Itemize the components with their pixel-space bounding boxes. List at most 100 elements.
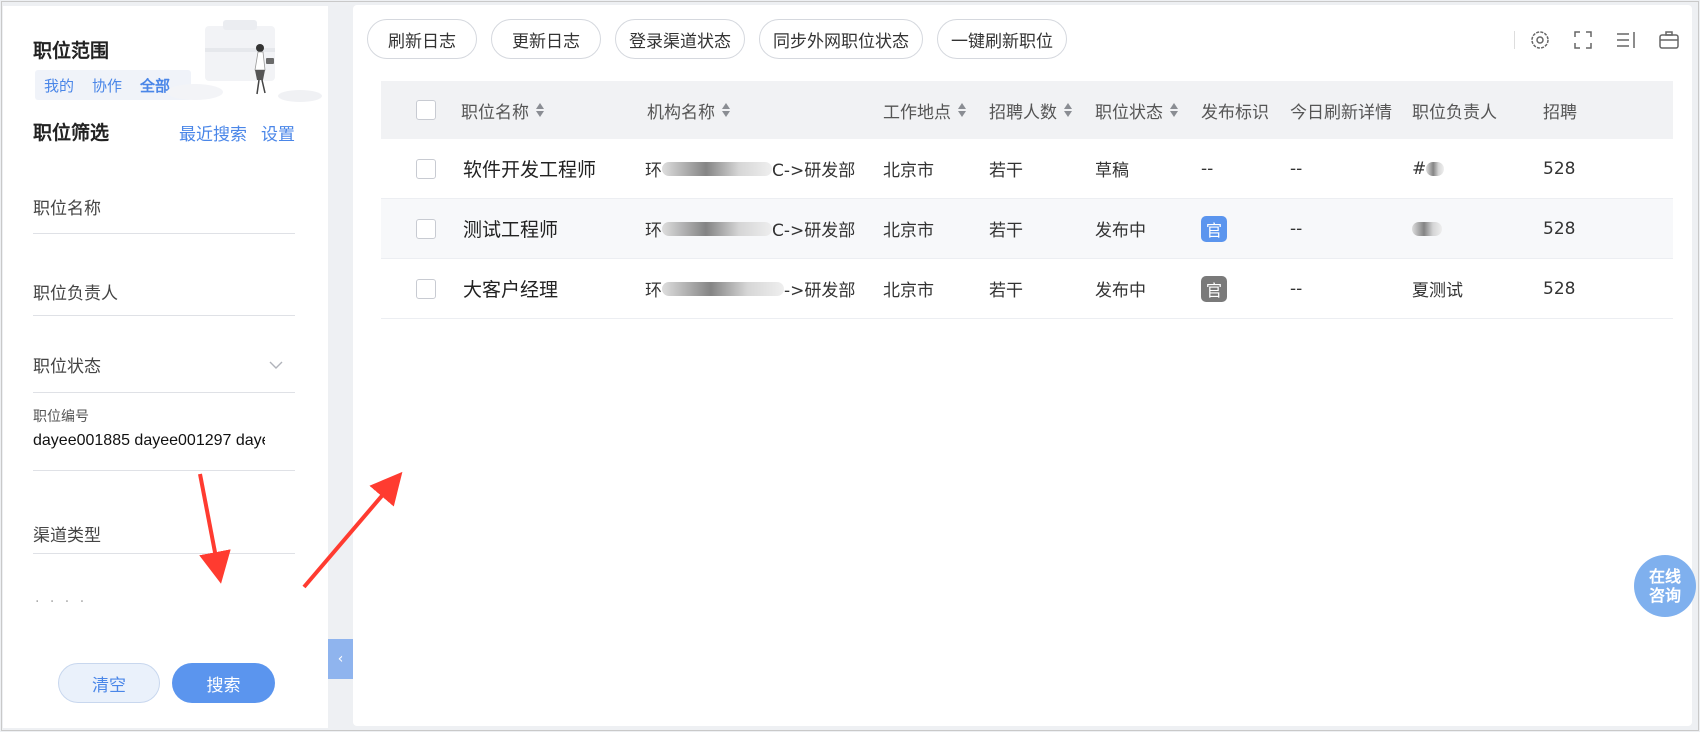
- refresh-detail-cell: --: [1290, 158, 1303, 179]
- org-name-suffix: ->研发部: [784, 281, 856, 301]
- owner-visible-text: #: [1412, 158, 1427, 179]
- login-channel-status-button[interactable]: 登录渠道状态: [615, 19, 745, 59]
- filter-title: 职位筛选: [33, 122, 110, 144]
- job-name-field[interactable]: 职位名称: [33, 194, 295, 234]
- org-name-suffix: C->研发部: [772, 161, 856, 181]
- org-name-prefix: 环: [645, 221, 662, 241]
- search-button[interactable]: 搜索: [172, 663, 275, 703]
- job-code-field[interactable]: 职位编号 dayee001885 dayee001297 dayee001298: [33, 406, 295, 471]
- headcount-cell: 若干: [989, 281, 1023, 301]
- row-checkbox[interactable]: [416, 158, 436, 179]
- table-row[interactable]: 大客户经理 环 ->研发部 北京市 若干 发布中 官 -- 夏测试 528: [381, 259, 1673, 319]
- header-org-name[interactable]: 机构名称: [647, 81, 731, 139]
- sort-icon[interactable]: [721, 102, 731, 118]
- job-table: 职位名称 机构名称 工作地点 招聘人数 职位状态 发布标识 今日刷新详情 职位负…: [381, 76, 1673, 320]
- toolbar: 刷新日志 更新日志 登录渠道状态 同步外网职位状态 一键刷新职位: [367, 19, 1081, 59]
- header-refresh-detail: 今日刷新详情: [1290, 102, 1392, 123]
- redacted-blur: [1412, 221, 1442, 236]
- header-job-status[interactable]: 职位状态: [1095, 81, 1179, 139]
- extra-cell: 528: [1543, 278, 1576, 299]
- recent-search-link[interactable]: 最近搜索: [179, 120, 247, 145]
- org-name-prefix: 环: [645, 161, 662, 181]
- row-select-cell: [416, 139, 436, 198]
- header-job-name[interactable]: 职位名称: [461, 81, 545, 139]
- sort-icon[interactable]: [1169, 102, 1179, 118]
- job-title-link[interactable]: 软件开发工程师: [463, 139, 596, 198]
- official-badge[interactable]: 官: [1201, 215, 1227, 242]
- row-checkbox[interactable]: [416, 218, 436, 239]
- chevron-down-icon: [269, 361, 283, 369]
- clear-button[interactable]: 清空: [58, 663, 160, 703]
- scope-tab-collab[interactable]: 协作: [83, 75, 131, 96]
- table-row[interactable]: 软件开发工程师 环 C->研发部 北京市 若干 草稿 -- -- # 528: [381, 139, 1673, 199]
- job-code-value: dayee001885 dayee001297 dayee001298: [33, 432, 265, 449]
- filter-panel: 职位范围 我的 协作 全部 职位筛选 最近搜索 设置 职位名称 职位负责人 职位…: [3, 6, 328, 728]
- channel-type-field[interactable]: 渠道类型: [33, 521, 295, 554]
- chevron-left-icon: ‹: [337, 651, 344, 667]
- job-code-label: 职位编号: [33, 409, 89, 425]
- org-name-cell: 环 C->研发部: [645, 139, 855, 198]
- publish-flag-cell: 官: [1201, 259, 1227, 318]
- location-cell: 北京市: [883, 161, 934, 181]
- settings-icon[interactable]: [1529, 29, 1551, 51]
- header-headcount[interactable]: 招聘人数: [989, 81, 1073, 139]
- one-click-refresh-button[interactable]: 一键刷新职位: [937, 19, 1067, 59]
- location-cell: 北京市: [883, 281, 934, 301]
- redacted-blur: [662, 221, 772, 236]
- header-org-name-label: 机构名称: [647, 102, 715, 123]
- online-consult-line1: 在线: [1648, 567, 1681, 586]
- job-owner-placeholder: 职位负责人: [33, 284, 118, 304]
- status-cell: 发布中: [1095, 281, 1146, 301]
- job-title-link[interactable]: 大客户经理: [463, 259, 558, 318]
- refresh-detail-cell: --: [1290, 278, 1303, 299]
- row-checkbox[interactable]: [416, 278, 436, 299]
- sort-icon[interactable]: [1063, 102, 1073, 118]
- header-headcount-label: 招聘人数: [989, 102, 1057, 123]
- divider: [1514, 31, 1515, 49]
- header-job-owner: 职位负责人: [1412, 102, 1497, 123]
- owner-cell: 夏测试: [1412, 281, 1463, 301]
- column-settings-icon[interactable]: [1615, 29, 1637, 51]
- official-badge[interactable]: 官: [1201, 275, 1227, 302]
- job-status-select[interactable]: 职位状态: [33, 352, 295, 393]
- sort-icon[interactable]: [957, 102, 967, 118]
- owner-cell: [1412, 199, 1442, 258]
- sync-external-status-button[interactable]: 同步外网职位状态: [759, 19, 923, 59]
- publish-flag-cell: 官: [1201, 199, 1227, 258]
- select-all-checkbox[interactable]: [416, 100, 436, 120]
- header-work-location-label: 工作地点: [883, 102, 951, 123]
- job-title-link[interactable]: 测试工程师: [463, 199, 558, 258]
- fullscreen-icon[interactable]: [1572, 29, 1594, 51]
- scope-title: 职位范围: [33, 40, 110, 62]
- table-header-row: 职位名称 机构名称 工作地点 招聘人数 职位状态 发布标识 今日刷新详情 职位负…: [381, 81, 1673, 139]
- top-icons: [1514, 29, 1680, 51]
- status-cell: 草稿: [1095, 161, 1129, 181]
- redacted-blur: [662, 281, 784, 296]
- redacted-blur: [1426, 161, 1445, 176]
- header-job-name-label: 职位名称: [461, 102, 529, 123]
- location-cell: 北京市: [883, 221, 934, 241]
- woman-with-briefcase-illustration: [167, 20, 322, 102]
- channel-type-placeholder: 渠道类型: [33, 526, 101, 546]
- publish-flag-cell: --: [1201, 158, 1214, 179]
- filter-settings-link[interactable]: 设置: [261, 120, 295, 145]
- job-name-placeholder: 职位名称: [33, 199, 101, 219]
- update-log-button[interactable]: 更新日志: [491, 19, 601, 59]
- org-name-cell: 环 ->研发部: [645, 259, 855, 318]
- header-job-status-label: 职位状态: [1095, 102, 1163, 123]
- table-row[interactable]: 测试工程师 环 C->研发部 北京市 若干 发布中 官 -- 528: [381, 199, 1673, 259]
- extra-cell: 528: [1543, 158, 1576, 179]
- sort-icon[interactable]: [535, 102, 545, 118]
- job-owner-field[interactable]: 职位负责人: [33, 279, 295, 316]
- scope-tab-mine[interactable]: 我的: [35, 75, 83, 96]
- header-work-location[interactable]: 工作地点: [883, 81, 967, 139]
- org-name-cell: 环 C->研发部: [645, 199, 855, 258]
- more-fields-indicator: · · · ·: [35, 594, 88, 610]
- collapse-panel-button[interactable]: ‹: [328, 639, 353, 679]
- headcount-cell: 若干: [989, 221, 1023, 241]
- briefcase-icon[interactable]: [1658, 29, 1680, 51]
- main-panel: 刷新日志 更新日志 登录渠道状态 同步外网职位状态 一键刷新职位 职位名称 机构…: [353, 5, 1692, 726]
- refresh-log-button[interactable]: 刷新日志: [367, 19, 477, 59]
- extra-cell: 528: [1543, 218, 1576, 239]
- online-consult-button[interactable]: 在线 咨询: [1634, 555, 1696, 617]
